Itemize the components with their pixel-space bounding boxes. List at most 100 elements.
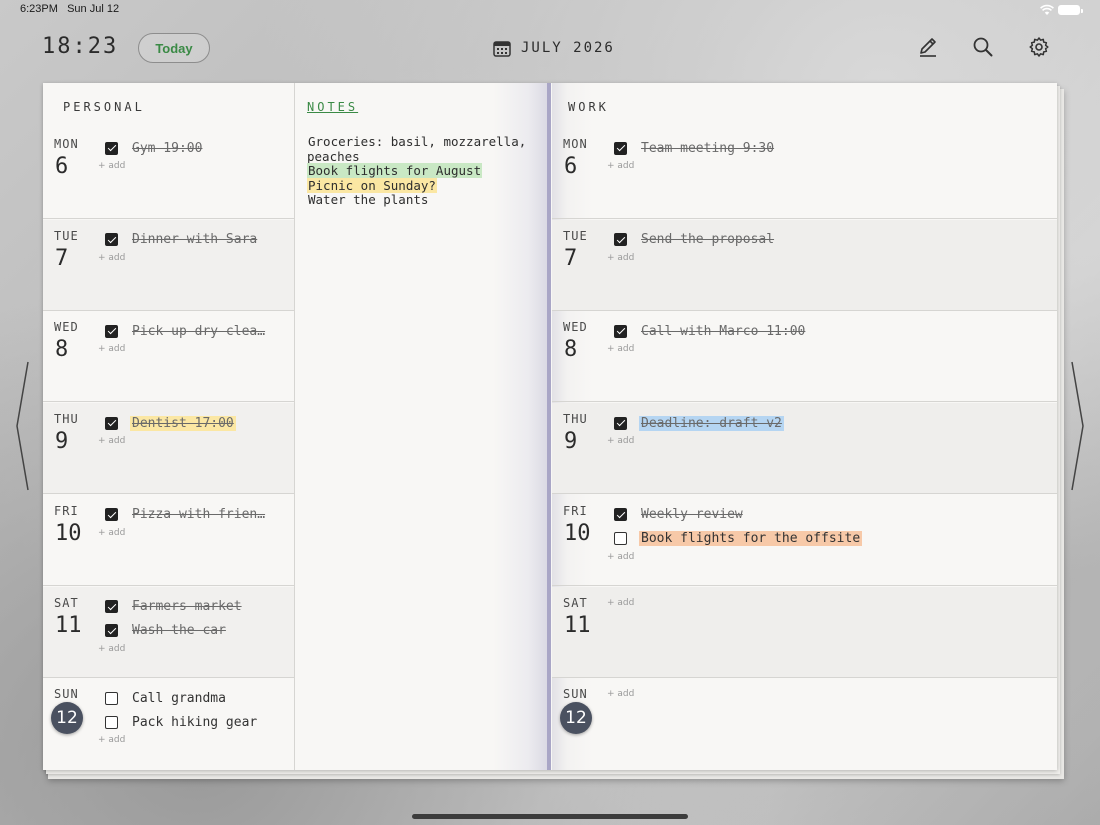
task-item[interactable]: Call grandma (105, 686, 286, 710)
task-text[interactable]: Team meeting 9:30 (639, 141, 776, 156)
add-task-button[interactable]: + add (98, 253, 286, 267)
checked-checkbox[interactable] (105, 508, 118, 522)
note-line[interactable]: Groceries: basil, mozzarella, peaches (307, 134, 535, 164)
add-task-button[interactable]: + add (607, 598, 1049, 612)
checked-checkbox[interactable] (614, 416, 627, 430)
add-task-button[interactable]: + add (98, 344, 286, 358)
checkbox[interactable] (105, 691, 118, 705)
add-task-button[interactable]: + add (607, 344, 1049, 358)
checked-checkbox[interactable] (614, 233, 627, 247)
task-item[interactable]: Pizza with frien… (105, 503, 286, 527)
day-of-week: SUN (54, 687, 79, 702)
task-item[interactable]: Weekly review (614, 503, 1049, 527)
task-list: Farmers market Wash the car + add (98, 595, 286, 658)
task-text[interactable]: Weekly review (639, 507, 745, 522)
day-of-week: SAT (54, 595, 79, 610)
task-text[interactable]: Pack hiking gear (130, 715, 259, 730)
task-text[interactable]: Farmers market (130, 599, 244, 614)
task-text[interactable]: Gym 19:00 (130, 141, 204, 156)
task-item[interactable]: Dentist 17:00 (105, 411, 286, 435)
today-button[interactable]: Today (138, 33, 210, 63)
month-selector[interactable]: JULY 2026 (493, 38, 615, 58)
add-task-button[interactable]: + add (98, 735, 286, 749)
day-number: 8 (564, 337, 578, 363)
task-item[interactable]: Call with Marco 11:00 (614, 319, 1049, 343)
task-text[interactable]: Wash the car (130, 623, 228, 638)
add-task-button[interactable]: + add (98, 528, 286, 542)
task-text[interactable]: Send the proposal (639, 232, 776, 247)
task-text[interactable]: Call grandma (130, 691, 228, 706)
checked-checkbox[interactable] (105, 416, 118, 430)
task-list: Deadline: draft v2 + add (607, 411, 1049, 450)
day-number: 10 (55, 520, 82, 546)
task-item[interactable]: Send the proposal (614, 228, 1049, 252)
next-week-arrow[interactable] (1070, 360, 1086, 492)
day-of-week: WED (563, 320, 588, 335)
add-task-button[interactable]: + add (607, 253, 1049, 267)
checkbox[interactable] (614, 532, 627, 546)
gear-icon[interactable] (1028, 36, 1050, 58)
task-item[interactable]: Deadline: draft v2 (614, 411, 1049, 435)
wifi-icon (1040, 4, 1054, 15)
add-task-button[interactable]: + add (607, 436, 1049, 450)
pencil-icon[interactable] (917, 36, 939, 58)
day-number: 7 (55, 245, 69, 271)
note-line[interactable]: Water the plants (307, 192, 535, 208)
day-of-week: FRI (563, 503, 588, 518)
day-number: 11 (55, 612, 82, 638)
note-line[interactable]: Picnic on Sunday? (307, 177, 535, 194)
task-text[interactable]: Call with Marco 11:00 (639, 324, 807, 339)
add-task-button[interactable]: + add (98, 161, 286, 175)
checked-checkbox[interactable] (105, 233, 118, 247)
task-item[interactable]: Gym 19:00 (105, 136, 286, 160)
task-text[interactable]: Dentist 17:00 (130, 415, 236, 431)
task-item[interactable]: Farmers market (105, 595, 286, 619)
checked-checkbox[interactable] (105, 324, 118, 338)
add-task-button[interactable]: + add (98, 644, 286, 658)
task-list: Dinner with Sara + add (98, 228, 286, 267)
checked-checkbox[interactable] (105, 624, 118, 637)
day-number: 11 (564, 612, 591, 638)
task-item[interactable]: Pick up dry clea… (105, 319, 286, 343)
today-date-badge: 12 (51, 702, 83, 735)
day-number: 9 (564, 429, 578, 455)
day-of-week: TUE (563, 228, 588, 243)
checked-checkbox[interactable] (614, 324, 627, 338)
notes-header[interactable]: NOTES (307, 100, 358, 114)
checked-checkbox[interactable] (614, 141, 627, 155)
task-text[interactable]: Deadline: draft v2 (639, 415, 784, 431)
work-day-sun: SUN 12 + add (552, 678, 1057, 769)
task-text[interactable]: Pizza with frien… (130, 507, 267, 522)
task-item[interactable]: Dinner with Sara (105, 228, 286, 252)
task-item[interactable]: Pack hiking gear (105, 710, 286, 734)
day-of-week: THU (563, 412, 588, 427)
task-list: Pick up dry clea… + add (98, 319, 286, 358)
task-list: Send the proposal + add (607, 228, 1049, 267)
notes-body[interactable]: Groceries: basil, mozzarella, peaches Boo… (307, 134, 535, 208)
home-indicator[interactable] (412, 814, 688, 819)
work-day-fri: FRI 10 Weekly review Book flights for the o… (552, 495, 1057, 586)
task-item[interactable]: Wash the car (105, 619, 286, 643)
day-of-week: TUE (54, 228, 79, 243)
task-text[interactable]: Pick up dry clea… (130, 324, 267, 339)
personal-day-thu: THU 9 Dentist 17:00 + add (43, 403, 294, 495)
task-text[interactable]: Book flights for the offsite (639, 531, 863, 547)
work-day-mon: MON 6 Team meeting 9:30 + add (552, 128, 1057, 219)
previous-week-arrow[interactable] (14, 360, 30, 492)
add-task-button[interactable]: + add (607, 552, 1049, 566)
task-item[interactable]: Book flights for the offsite (614, 527, 1049, 551)
checkbox[interactable] (105, 715, 118, 729)
note-line[interactable]: Book flights for August (307, 163, 535, 179)
task-list: Gym 19:00 + add (98, 136, 286, 175)
day-of-week: MON (563, 137, 588, 151)
task-item[interactable]: Team meeting 9:30 (614, 136, 1049, 160)
add-task-button[interactable]: + add (607, 689, 1049, 703)
search-icon[interactable] (972, 36, 994, 58)
checked-checkbox[interactable] (105, 600, 118, 613)
add-task-button[interactable]: + add (607, 161, 1049, 175)
checked-checkbox[interactable] (614, 508, 627, 522)
task-text[interactable]: Dinner with Sara (130, 232, 259, 247)
add-task-button[interactable]: + add (98, 436, 286, 450)
work-day-thu: THU 9 Deadline: draft v2 + add (552, 403, 1057, 495)
checked-checkbox[interactable] (105, 141, 118, 155)
